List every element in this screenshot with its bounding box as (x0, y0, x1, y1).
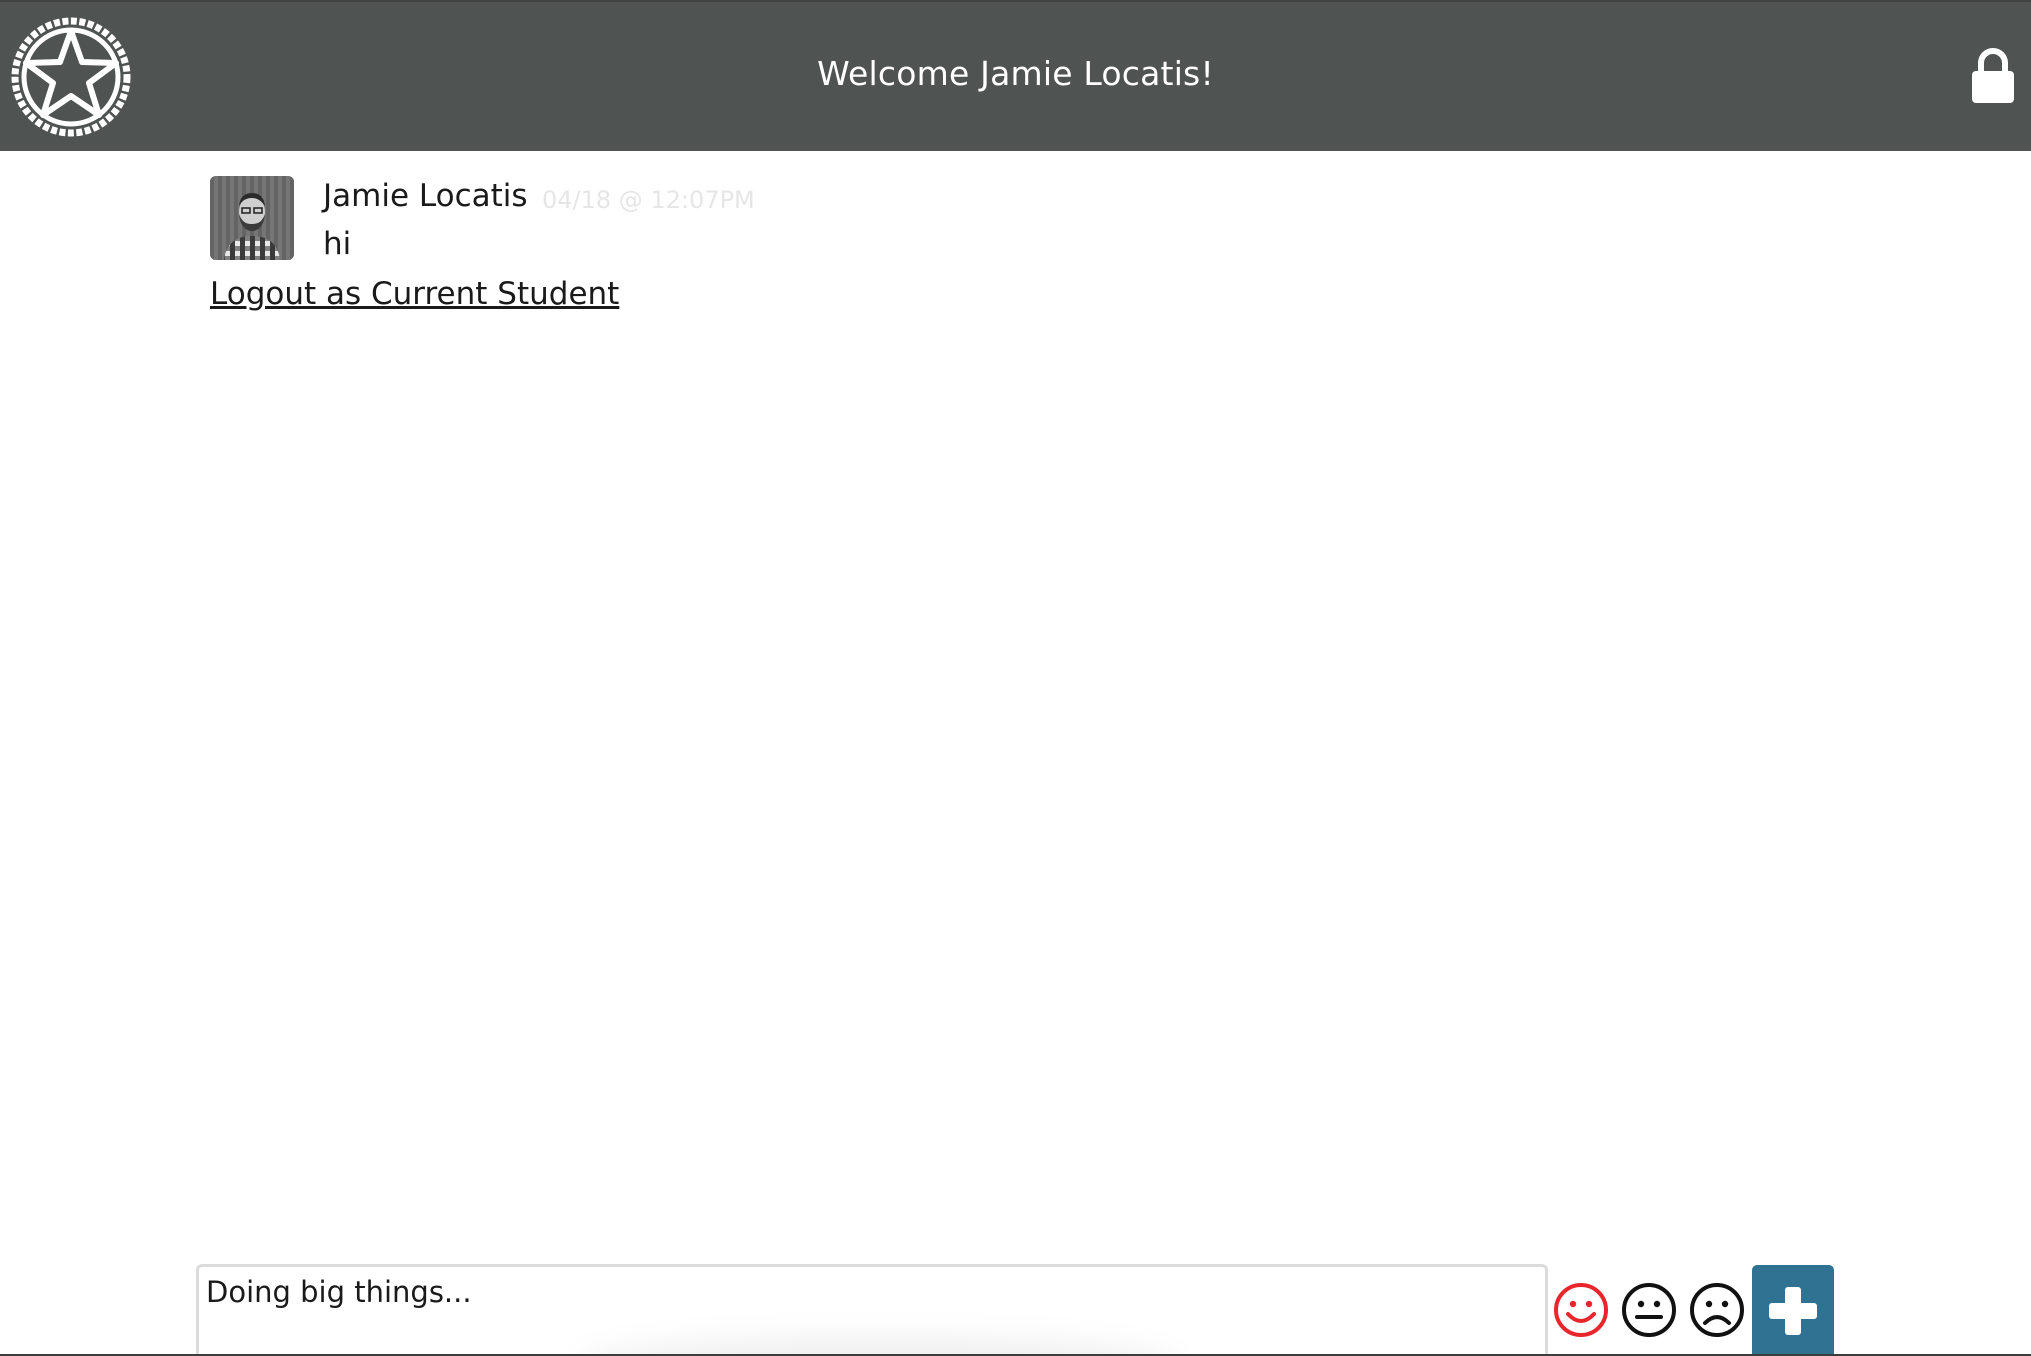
status-composer[interactable] (196, 1264, 1548, 1356)
post-author: Jamie Locatis (323, 178, 528, 214)
post-timestamp: 04/18 @ 12:07PM (542, 186, 755, 214)
welcome-title: Welcome Jamie Locatis! (817, 54, 1214, 93)
lock-icon[interactable] (1970, 48, 2016, 104)
happy-mood-button[interactable] (1552, 1281, 1610, 1339)
user-avatar (210, 176, 294, 260)
smiley-face-icon (1554, 1283, 1608, 1337)
neutral-mood-button[interactable] (1620, 1281, 1678, 1339)
logout-current-student-link[interactable]: Logout as Current Student (210, 276, 619, 312)
neutral-face-icon (1622, 1283, 1676, 1337)
add-post-button[interactable] (1752, 1265, 1834, 1356)
post-message: hi (323, 226, 352, 262)
top-bar: Welcome Jamie Locatis! (0, 0, 2031, 151)
plus-icon (1769, 1287, 1817, 1335)
frown-face-icon (1690, 1283, 1744, 1337)
sad-mood-button[interactable] (1688, 1281, 1746, 1339)
status-input[interactable] (199, 1267, 1545, 1356)
